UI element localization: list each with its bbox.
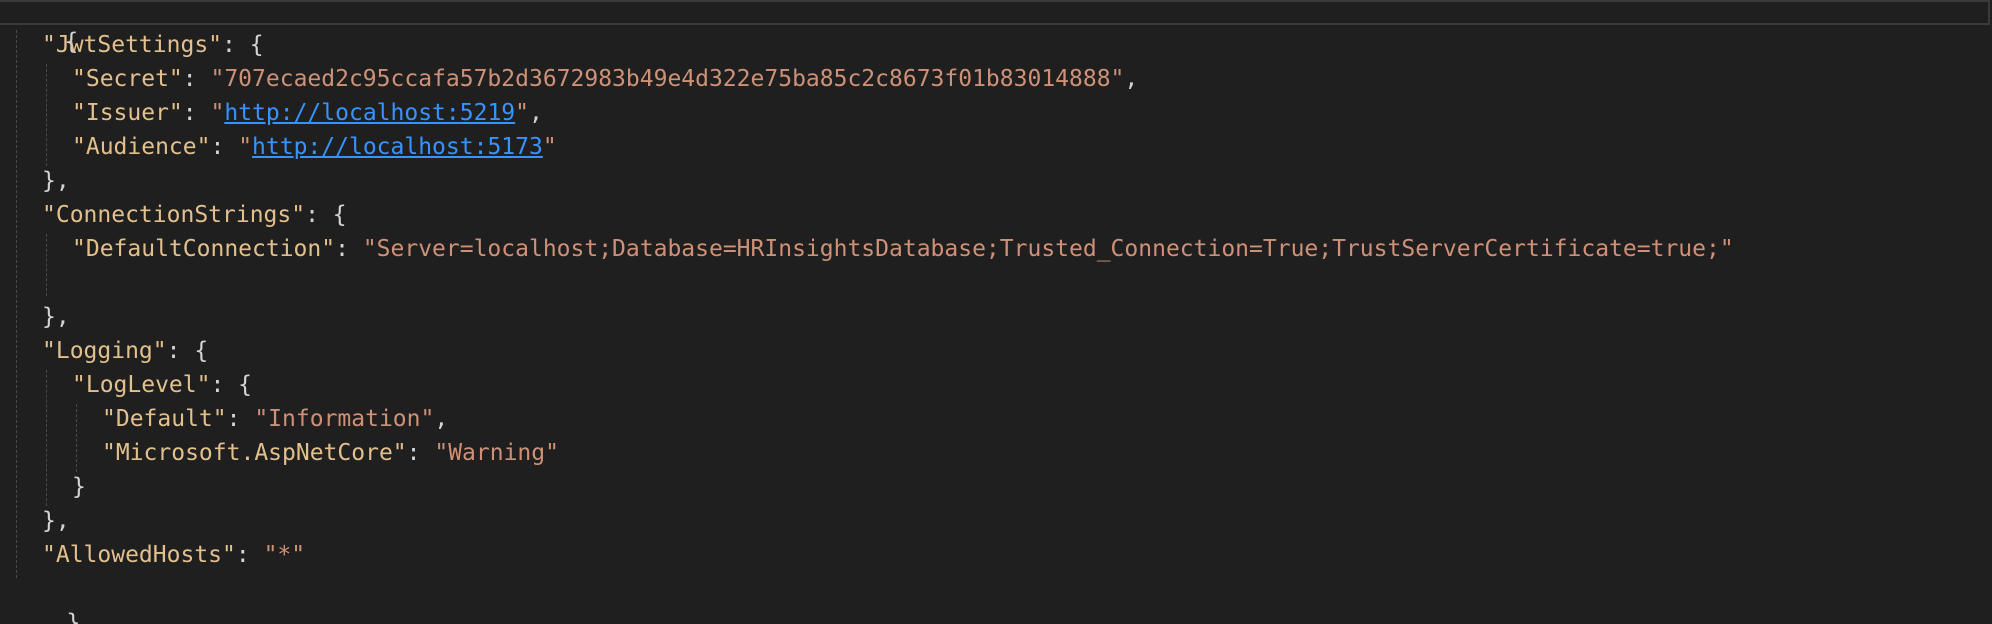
audience-link[interactable]: http://localhost:5173 bbox=[252, 134, 543, 160]
code-line: "Audience": "http://localhost:5173" bbox=[72, 134, 557, 160]
logging-key: "Logging" bbox=[42, 338, 167, 364]
indent-guide bbox=[76, 404, 77, 472]
secret-key: "Secret" bbox=[72, 66, 183, 92]
code-line: "Logging": { bbox=[42, 338, 209, 364]
indent-guide bbox=[16, 30, 17, 578]
code-line: }, bbox=[42, 168, 70, 194]
default-connection-key: "DefaultConnection" bbox=[72, 236, 336, 262]
code-line: "Secret": "707ecaed2c95ccafa57b2d3672983… bbox=[72, 66, 1139, 92]
code-line: "Default": "Information", bbox=[102, 406, 449, 432]
audience-key: "Audience" bbox=[72, 134, 211, 160]
aspnetcore-value: "Warning" bbox=[434, 440, 559, 466]
current-line-highlight bbox=[0, 0, 1990, 25]
jwt-settings-key: "JwtSettings" bbox=[42, 32, 223, 58]
loglevel-key: "LogLevel" bbox=[72, 372, 211, 398]
root-close-brace: } bbox=[66, 610, 81, 624]
connection-strings-key: "ConnectionStrings" bbox=[42, 202, 306, 228]
code-line: }, bbox=[42, 508, 70, 534]
issuer-link[interactable]: http://localhost:5219 bbox=[224, 100, 515, 126]
code-line: "ConnectionStrings": { bbox=[42, 202, 347, 228]
code-line: } bbox=[72, 474, 86, 500]
allowed-hosts-key: "AllowedHosts" bbox=[42, 542, 236, 568]
code-line: } bbox=[11, 572, 80, 624]
code-line: "Issuer": "http://localhost:5219", bbox=[72, 100, 543, 126]
code-line: "JwtSettings": { bbox=[42, 32, 264, 58]
default-connection-value: "Server=localhost;Database=HRInsightsDat… bbox=[362, 236, 1734, 262]
code-line: "AllowedHosts": "*" bbox=[42, 542, 306, 568]
code-line: "Microsoft.AspNetCore": "Warning" bbox=[102, 440, 559, 466]
code-line: { bbox=[9, 0, 78, 55]
default-loglevel-key: "Default" bbox=[102, 406, 227, 432]
indent-guide bbox=[46, 64, 47, 166]
code-line: "LogLevel": { bbox=[72, 372, 253, 398]
aspnetcore-key: "Microsoft.AspNetCore" bbox=[102, 440, 407, 466]
indent-guide bbox=[46, 370, 47, 506]
code-line: "DefaultConnection": "Server=localhost;D… bbox=[72, 236, 1734, 262]
code-editor[interactable]: { "JwtSettings": { "Secret": "707ecaed2c… bbox=[0, 0, 1992, 624]
allowed-hosts-value: "*" bbox=[263, 542, 306, 568]
issuer-key: "Issuer" bbox=[72, 100, 183, 126]
code-line: }, bbox=[42, 304, 70, 330]
secret-value: "707ecaed2c95ccafa57b2d3672983b49e4d322e… bbox=[210, 66, 1125, 92]
indent-guide bbox=[46, 234, 47, 296]
default-loglevel-value: "Information" bbox=[254, 406, 435, 432]
